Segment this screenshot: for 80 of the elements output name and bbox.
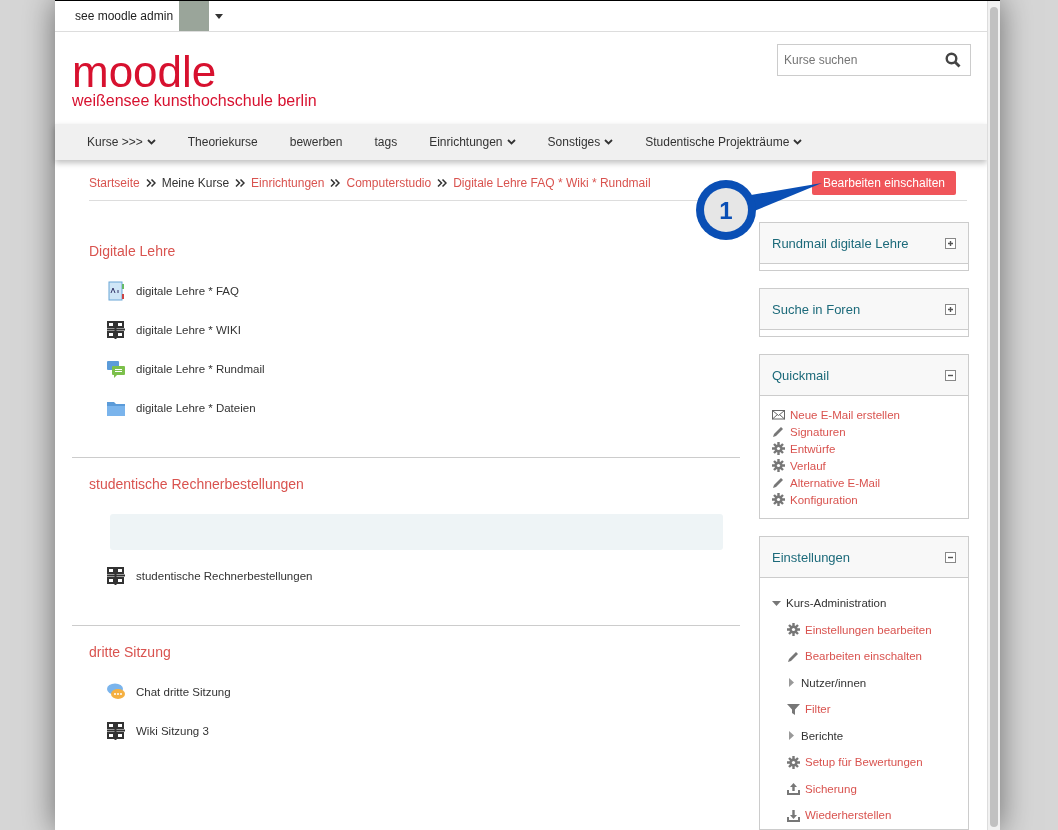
expanded-arrow-icon[interactable] [772,598,781,608]
chevron-icon [235,179,246,187]
envelope-icon [772,408,785,421]
block-link[interactable]: Konfiguration [790,493,858,506]
filter-icon [787,702,800,716]
nav-item[interactable]: Studentische Projekträume [629,135,819,149]
nav-item[interactable]: Kurse >>> [87,135,172,149]
expand-icon[interactable] [945,237,956,249]
breadcrumb-link[interactable]: Computerstudio [346,176,432,190]
nav-item[interactable]: Theoriekurse [171,135,274,149]
dictionary-icon[interactable] [106,281,126,301]
user-name[interactable]: see moodle admin [75,9,174,23]
caret-icon[interactable] [215,13,224,19]
upload-icon [787,782,800,796]
chevron-icon [330,179,341,187]
activity-link[interactable]: digitale Lehre * Dateien [136,402,256,414]
block-link[interactable]: Entwürfe [790,442,836,455]
breadcrumb-link[interactable]: Digitale Lehre FAQ * Wiki * Rundmail [453,176,651,190]
chevron-icon [437,179,448,187]
activity-link[interactable]: studentische Rechnerbestellungen [136,570,313,582]
puzzle-grid-icon[interactable] [106,566,126,586]
nav-item[interactable]: tags [358,135,414,149]
tree-link[interactable]: Einstellungen bearbeiten [805,623,932,636]
tree-link[interactable]: Filter [805,703,831,716]
block-title: Suche in Foren [772,301,861,317]
breadcrumb-text: Meine Kurse [161,176,230,190]
avatar-image[interactable] [179,1,210,31]
logo-title: moodle [72,52,217,92]
activity-link[interactable]: digitale Lehre * Rundmail [136,363,265,375]
pencil-icon [772,425,785,438]
block-title: Quickmail [772,367,830,383]
tree-link[interactable]: Wiederherstellen [805,809,892,822]
nav-item[interactable]: Sonstiges [531,135,630,149]
gear-icon [772,493,785,506]
block-link[interactable]: Verlauf [790,459,826,472]
tree-item[interactable]: Kurs-Administration [786,597,887,610]
logo-subtitle: weißensee kunsthochschule berlin [72,92,317,110]
speech-bubbles-icon[interactable] [106,359,126,379]
chevron-icon [793,139,803,145]
chevron-icon [146,139,156,145]
gear-icon [787,623,800,637]
block-title: Einstellungen [772,549,851,565]
puzzle-grid-icon[interactable] [106,721,126,741]
section-title: studentische Rechnerbestellungen [89,476,305,492]
collapse-icon[interactable] [945,551,956,563]
scrollbar[interactable] [987,1,1000,830]
pencil-icon [772,476,785,489]
search-field[interactable]: Kurse suchen [777,44,971,76]
block-link[interactable]: Neue E-Mail erstellen [790,408,900,421]
chevron-icon [604,139,614,145]
section-title: dritte Sitzung [89,644,172,660]
activity-link[interactable]: Wiki Sitzung 3 [136,725,209,737]
nav-item[interactable]: bewerben [273,135,359,149]
gear-icon [787,755,800,769]
activity-link[interactable]: digitale Lehre * WIKI [136,324,241,336]
tree-link[interactable]: Bearbeiten einschalten [805,650,922,663]
breadcrumb-link[interactable]: Startseite [89,176,140,190]
activity-link[interactable]: digitale Lehre * FAQ [136,285,239,297]
collapse-icon[interactable] [945,369,956,381]
collapsed-arrow-icon[interactable] [787,731,796,741]
puzzle-grid-icon[interactable] [106,320,126,340]
expand-icon[interactable] [945,303,956,315]
section-title: Digitale Lehre [89,243,177,259]
tree-link[interactable]: Sicherung [805,782,857,795]
chevron-icon [145,179,156,187]
pencil-icon [787,649,800,663]
collapsed-arrow-icon[interactable] [787,678,796,688]
tree-item[interactable]: Berichte [801,729,844,742]
gear-icon [772,442,785,455]
tree-link[interactable]: Setup für Bewertungen [805,756,923,769]
tree-item[interactable]: Nutzer/innen [801,676,867,689]
block-link[interactable]: Signaturen [790,425,846,438]
block-link[interactable]: Alternative E-Mail [790,476,881,489]
search-icon[interactable] [945,52,961,68]
gear-icon [772,459,785,472]
breadcrumb-link[interactable]: Einrichtungen [251,176,325,190]
nav-item[interactable]: Einrichtungen [413,135,532,149]
download-icon [787,808,800,822]
activity-link[interactable]: Chat dritte Sitzung [136,686,231,698]
chevron-icon [506,139,516,145]
